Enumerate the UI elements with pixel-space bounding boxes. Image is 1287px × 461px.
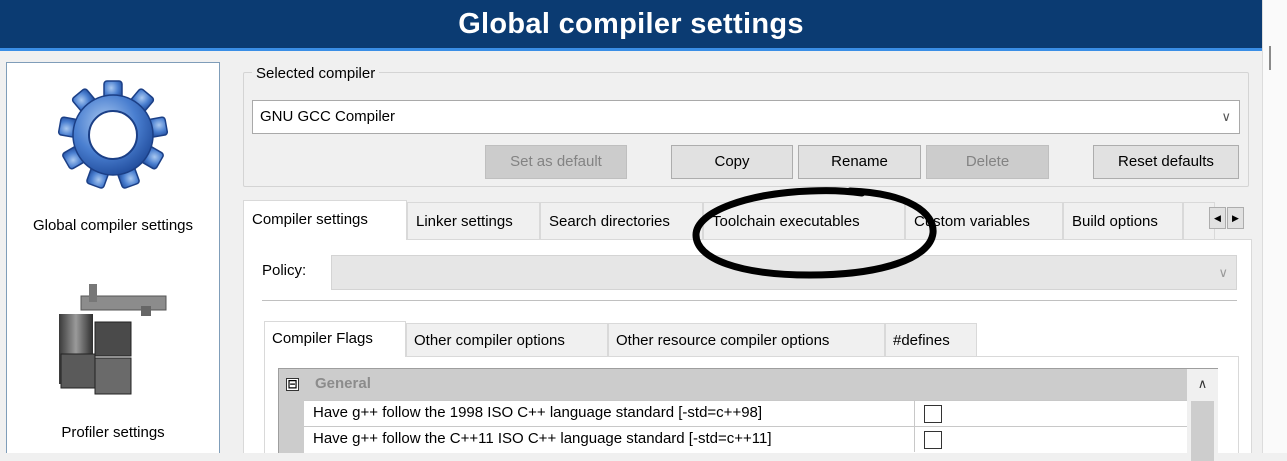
tab-linker-settings[interactable]: Linker settings	[407, 202, 540, 240]
sidebar-item-global-compiler-settings[interactable]: Global compiler settings	[7, 67, 219, 243]
group-label: Selected compiler	[252, 64, 380, 84]
tab-other-compiler-options[interactable]: Other compiler options	[406, 323, 608, 356]
edge-marker	[1269, 46, 1271, 70]
dialog-title: Global compiler settings	[458, 8, 804, 40]
compiler-dropdown-value: GNU GCC Compiler	[260, 108, 396, 125]
flag-label: Have g++ follow the C++11 ISO C++ langua…	[313, 430, 772, 447]
compiler-dropdown[interactable]: GNU GCC Compiler ∨	[252, 100, 1240, 134]
grid-row: Have g++ follow the C++11 ISO C++ langua…	[304, 426, 1187, 452]
collapse-icon[interactable]: ⊟	[286, 378, 299, 391]
sidebar-item-label: Profiler settings	[61, 424, 165, 441]
sidebar-item-profiler-settings[interactable]: Profiler settings	[7, 268, 219, 454]
chevron-up-icon[interactable]: ∧	[1187, 369, 1218, 399]
compiler-flags-grid: ⊟ General Have g++ follow the 1998 ISO C…	[278, 368, 1218, 461]
separator	[262, 300, 1237, 301]
sidebar-item-label: Global compiler settings	[32, 217, 194, 234]
grid-row: Have g++ follow the 1998 ISO C++ languag…	[304, 400, 1187, 426]
annotation-ellipse	[692, 187, 937, 279]
tab-build-options[interactable]: Build options	[1063, 202, 1183, 240]
tab-other-resource-compiler-options[interactable]: Other resource compiler options	[608, 323, 885, 356]
title-underline	[0, 48, 1262, 51]
policy-label: Policy:	[262, 262, 307, 279]
set-as-default-button[interactable]: Set as default	[485, 145, 627, 179]
right-window-edge	[1262, 0, 1287, 453]
tab-scroll-left-button[interactable]: ◀	[1209, 207, 1226, 229]
tab-compiler-flags[interactable]: Compiler Flags	[264, 321, 406, 357]
column-divider	[914, 401, 915, 426]
column-divider	[914, 427, 915, 452]
caliper-icon	[59, 284, 167, 395]
chevron-down-icon: ∨	[1218, 265, 1228, 280]
category-row-general[interactable]: ⊟ General	[279, 369, 1187, 400]
flag-checkbox[interactable]	[924, 405, 942, 423]
delete-button[interactable]: Delete	[926, 145, 1049, 179]
tab-scroll-right-button[interactable]: ▶	[1227, 207, 1244, 229]
chevron-down-icon: ∨	[1221, 109, 1231, 124]
gear-icon	[57, 80, 169, 189]
rename-button[interactable]: Rename	[798, 145, 921, 179]
tab-defines[interactable]: #defines	[885, 323, 977, 356]
flag-checkbox[interactable]	[924, 431, 942, 449]
tab-compiler-settings[interactable]: Compiler settings	[243, 200, 407, 240]
grid-scrollbar[interactable]: ∧	[1187, 369, 1218, 461]
dialog-title-bar: Global compiler settings	[0, 0, 1262, 48]
scrollbar-thumb[interactable]	[1191, 401, 1214, 461]
tab-search-directories[interactable]: Search directories	[540, 202, 703, 240]
reset-defaults-button[interactable]: Reset defaults	[1093, 145, 1239, 179]
flag-label: Have g++ follow the 1998 ISO C++ languag…	[313, 404, 763, 421]
category-label: General	[315, 375, 371, 392]
settings-category-list: Global compiler settings Profiler settin…	[6, 62, 220, 453]
copy-button[interactable]: Copy	[671, 145, 793, 179]
